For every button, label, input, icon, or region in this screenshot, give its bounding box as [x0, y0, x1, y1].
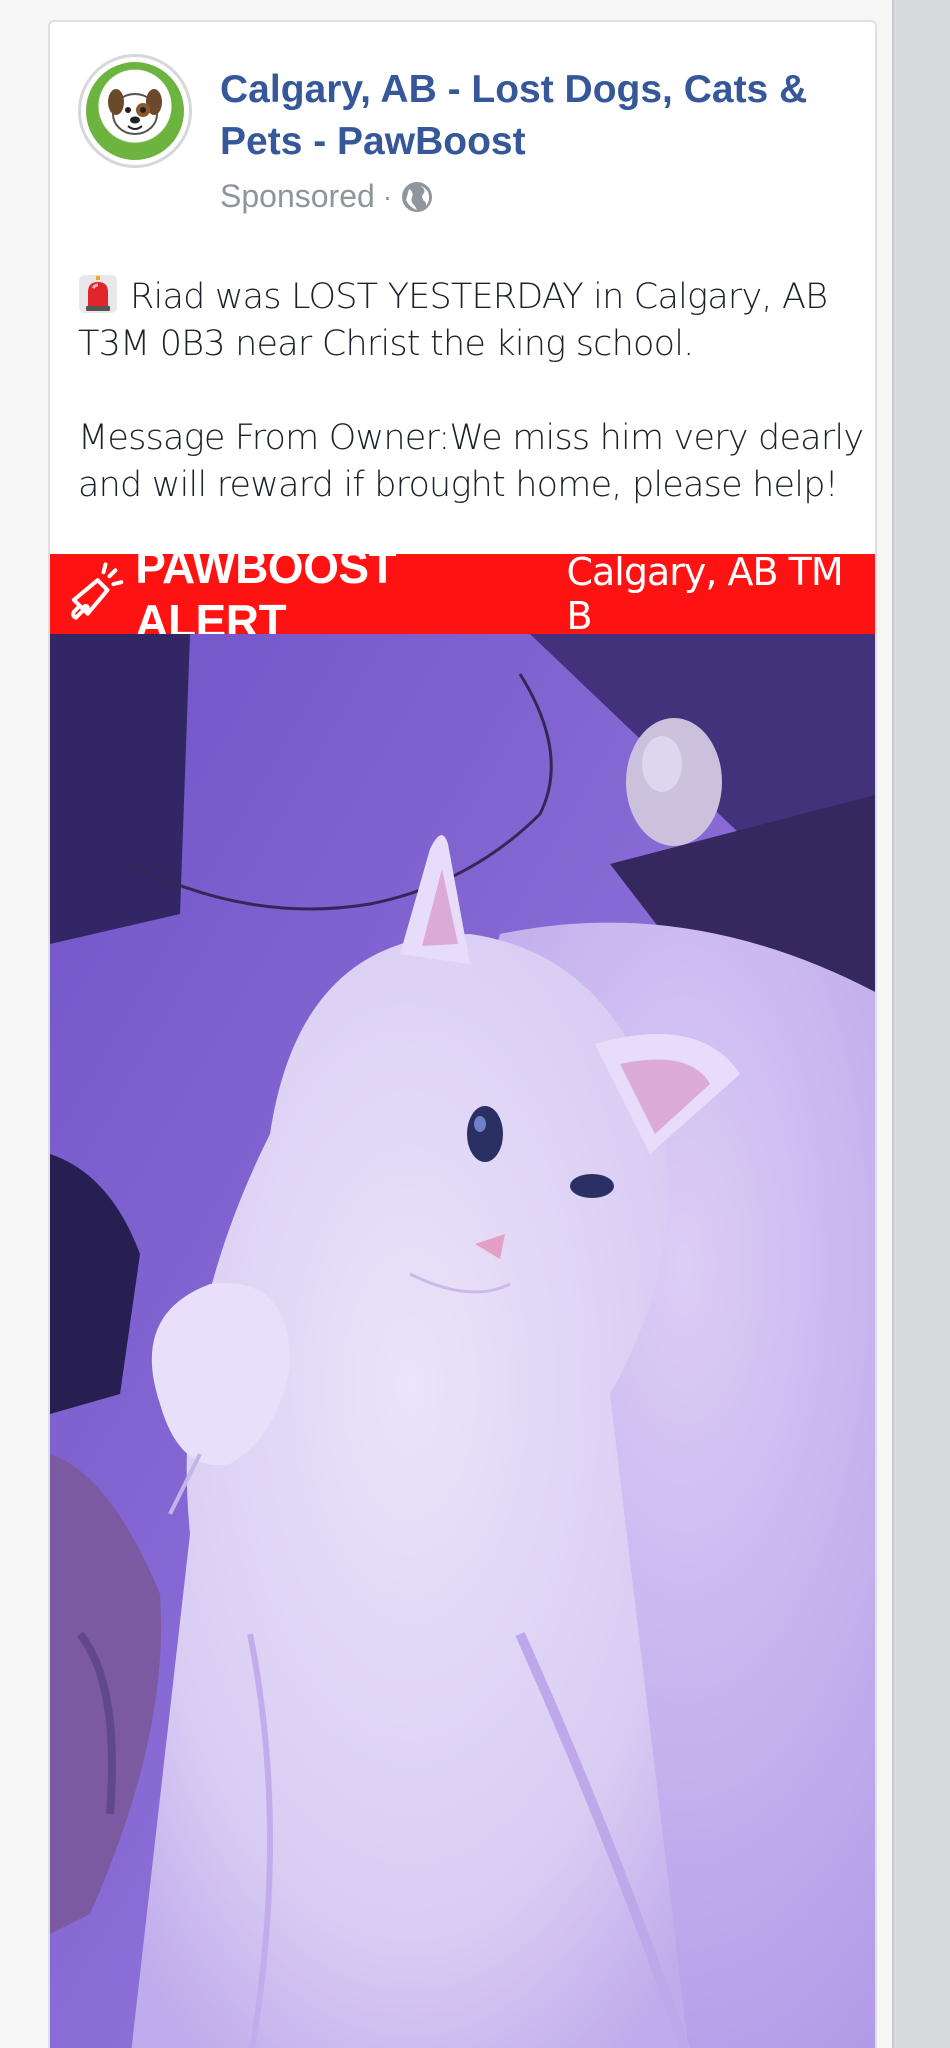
page-name-link[interactable]: Calgary, AB - Lost Dogs, Cats & Pets - P… — [220, 64, 850, 168]
sponsored-post-card: Calgary, AB - Lost Dogs, Cats & Pets - P… — [48, 20, 877, 2048]
megaphone-icon — [71, 562, 124, 620]
post-paragraph-1: Riad was LOST YESTERDAY in Calgary, AB T… — [78, 274, 868, 368]
post-header: Calgary, AB - Lost Dogs, Cats & Pets - P… — [50, 22, 875, 232]
pawboost-logo-icon — [86, 62, 184, 160]
globe-icon[interactable] — [400, 180, 434, 214]
lost-cat-photo[interactable] — [50, 634, 875, 2048]
page-avatar[interactable] — [78, 54, 192, 168]
alert-title: PAWBOOST ALERT — [135, 541, 397, 647]
meta-separator: · — [382, 180, 393, 212]
post-paragraph-1-text: Riad was LOST YESTERDAY in Calgary, AB T… — [78, 277, 828, 364]
post-meta: Sponsored · — [220, 178, 434, 215]
post-paragraph-2: Message From Owner:We miss him very dear… — [78, 418, 864, 505]
right-scroll-edge — [892, 0, 950, 2048]
pawboost-alert-banner[interactable]: PAWBOOST ALERT Calgary, AB TM B — [50, 541, 875, 647]
alert-location: Calgary, AB TM B — [566, 550, 843, 638]
siren-icon — [78, 274, 118, 314]
cat-photo-image — [50, 634, 875, 2048]
post-body: Riad was LOST YESTERDAY in Calgary, AB T… — [78, 274, 868, 509]
sponsored-label[interactable]: Sponsored — [220, 178, 375, 215]
dog-face-icon — [108, 89, 162, 135]
